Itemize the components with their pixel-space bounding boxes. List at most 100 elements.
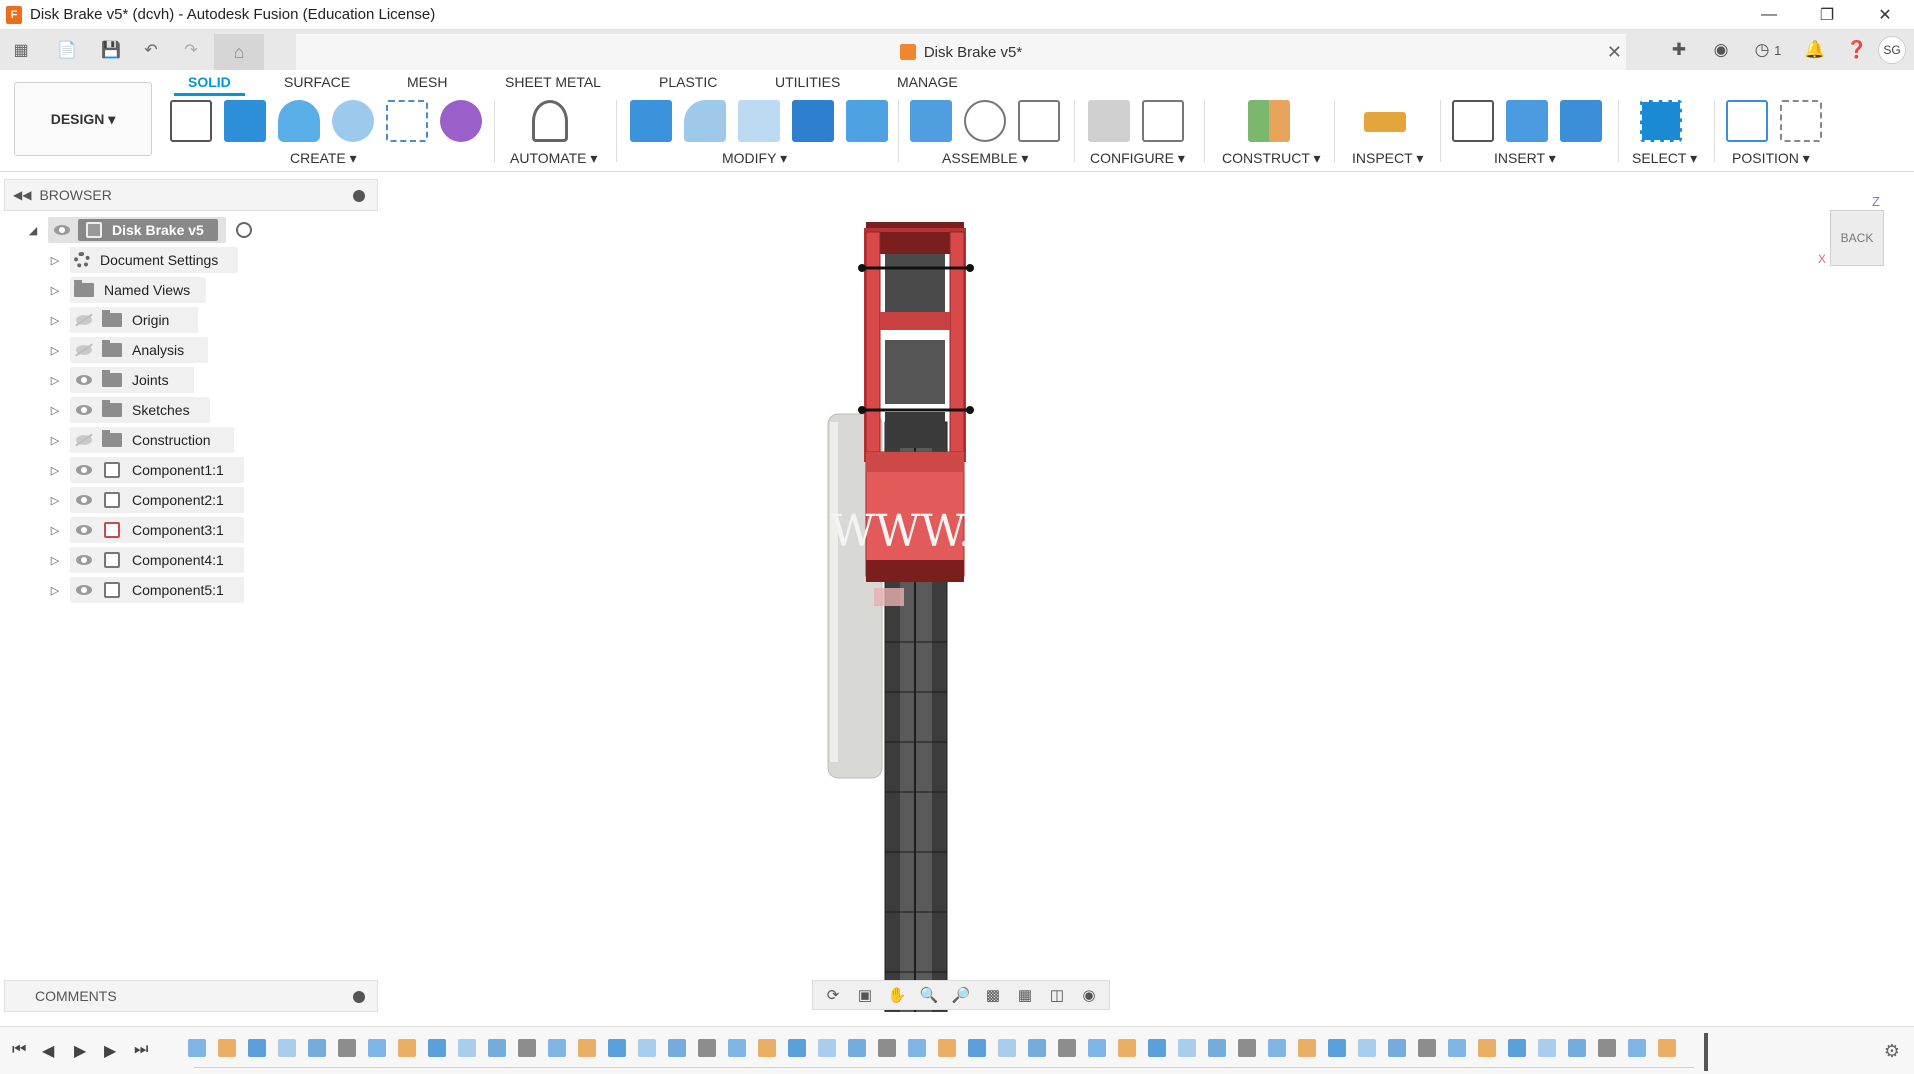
timeline-feature-icon[interactable]	[488, 1039, 506, 1057]
timeline-feature-icon[interactable]	[788, 1039, 806, 1057]
create-sketch-icon[interactable]	[170, 100, 212, 142]
tree-row[interactable]: Component1:1	[70, 457, 244, 483]
redo-icon[interactable]: ↷	[176, 35, 206, 65]
save-icon[interactable]: 💾	[96, 35, 126, 65]
timeline-feature-icon[interactable]	[338, 1039, 356, 1057]
timeline-feature-icon[interactable]	[998, 1039, 1016, 1057]
close-tab-icon[interactable]: ✕	[1607, 42, 1622, 63]
timeline-marker[interactable]	[1704, 1033, 1708, 1071]
tree-row[interactable]: Component2:1	[70, 487, 244, 513]
tree-row[interactable]: Origin	[70, 307, 198, 333]
timeline-feature-icon[interactable]	[1268, 1039, 1286, 1057]
timeline-feature-icon[interactable]	[428, 1039, 446, 1057]
shell-icon[interactable]	[792, 100, 834, 142]
hole-icon[interactable]	[332, 100, 374, 142]
timeline-feature-icon[interactable]	[458, 1039, 476, 1057]
visibility-eye-icon[interactable]	[74, 584, 94, 596]
timeline-feature-icon[interactable]	[818, 1039, 836, 1057]
timeline-feature-icon[interactable]	[1388, 1039, 1406, 1057]
tab-mesh[interactable]: MESH	[407, 74, 447, 90]
timeline-feature-icon[interactable]	[968, 1039, 986, 1057]
home-tab-icon[interactable]: ⌂	[214, 34, 264, 70]
display-settings-icon[interactable]: ▩	[977, 983, 1009, 1007]
timeline-feature-icon[interactable]	[1028, 1039, 1046, 1057]
automate-menu[interactable]: AUTOMATE ▾	[510, 150, 597, 167]
timeline-feature-icon[interactable]	[908, 1039, 926, 1057]
tree-row[interactable]: Analysis	[70, 337, 208, 363]
insert-mcmaster-icon[interactable]	[1506, 100, 1548, 142]
offset-plane-icon[interactable]	[1248, 100, 1290, 142]
create-form-icon[interactable]	[440, 100, 482, 142]
timeline-feature-icon[interactable]	[1358, 1039, 1376, 1057]
timeline-feature-icon[interactable]	[188, 1039, 206, 1057]
timeline-feature-icon[interactable]	[728, 1039, 746, 1057]
new-component-icon[interactable]	[910, 100, 952, 142]
fillet-icon[interactable]	[684, 100, 726, 142]
construct-menu[interactable]: CONSTRUCT ▾	[1222, 150, 1321, 167]
document-tab[interactable]: Disk Brake v5* ✕	[296, 34, 1626, 70]
timeline-feature-icon[interactable]	[1088, 1039, 1106, 1057]
viewports-icon[interactable]: ◫	[1041, 983, 1073, 1007]
timeline-feature-icon[interactable]	[638, 1039, 656, 1057]
comments-panel[interactable]: COMMENTS	[4, 980, 378, 1012]
timeline-feature-icon[interactable]	[1418, 1039, 1436, 1057]
timeline-next-icon[interactable]: ▶​	[104, 1041, 116, 1061]
configuration-table-icon[interactable]	[1142, 100, 1184, 142]
activate-radio-icon[interactable]	[236, 222, 252, 238]
extrude-icon[interactable]	[224, 100, 266, 142]
tree-row[interactable]: Construction	[70, 427, 234, 453]
tab-plastic[interactable]: PLASTIC	[659, 74, 717, 90]
view-cube[interactable]: BACK	[1830, 210, 1884, 266]
expand-arrow-icon[interactable]: ▷	[48, 554, 62, 567]
visibility-eye-icon[interactable]	[74, 524, 94, 536]
visibility-eye-icon[interactable]	[74, 464, 94, 476]
timeline-feature-icon[interactable]	[1298, 1039, 1316, 1057]
panel-minimize-icon[interactable]	[353, 190, 365, 202]
visibility-eye-icon[interactable]	[74, 404, 94, 416]
timeline-feature-icon[interactable]	[368, 1039, 386, 1057]
browser-panel-header[interactable]: ◀◀ BROWSER	[4, 179, 378, 211]
timeline-feature-icon[interactable]	[1238, 1039, 1256, 1057]
grid-settings-icon[interactable]: ▦	[1009, 983, 1041, 1007]
tree-row[interactable]: Component4:1	[70, 547, 244, 573]
tree-root-row[interactable]: Disk Brake v5	[48, 217, 226, 243]
hidden-eye-icon[interactable]	[74, 344, 94, 356]
timeline-feature-icon[interactable]	[308, 1039, 326, 1057]
undo-icon[interactable]: ↶	[136, 35, 166, 65]
assemble-menu[interactable]: ASSEMBLE ▾	[942, 150, 1028, 167]
timeline-feature-icon[interactable]	[698, 1039, 716, 1057]
timeline-feature-icon[interactable]	[938, 1039, 956, 1057]
visibility-eye-icon[interactable]	[52, 224, 72, 236]
timeline-feature-icon[interactable]	[398, 1039, 416, 1057]
joint-icon[interactable]	[964, 100, 1006, 142]
expand-arrow-icon[interactable]: ▷	[48, 494, 62, 507]
revert-position-icon[interactable]	[1780, 100, 1822, 142]
timeline-feature-icon[interactable]	[1148, 1039, 1166, 1057]
expand-arrow-icon[interactable]: ▷	[48, 584, 62, 597]
press-pull-icon[interactable]	[630, 100, 672, 142]
timeline-feature-icon[interactable]	[1508, 1039, 1526, 1057]
measure-icon[interactable]	[1364, 112, 1406, 132]
timeline-feature-icon[interactable]	[1478, 1039, 1496, 1057]
timeline-feature-icon[interactable]	[1538, 1039, 1556, 1057]
visibility-eye-icon[interactable]	[74, 374, 94, 386]
tab-surface[interactable]: SURFACE	[284, 74, 350, 90]
timeline-feature-icon[interactable]	[278, 1039, 296, 1057]
timeline-feature-icon[interactable]	[1208, 1039, 1226, 1057]
timeline-previous-icon[interactable]: ◀	[42, 1041, 54, 1061]
collapse-panel-icon[interactable]: ◀◀	[13, 188, 31, 202]
combine-icon[interactable]	[846, 100, 888, 142]
new-tab-plus-icon[interactable]: ✚	[1658, 30, 1700, 70]
hidden-eye-icon[interactable]	[74, 434, 94, 446]
expand-arrow-icon[interactable]: ▷	[48, 524, 62, 537]
tab-utilities[interactable]: UTILITIES	[775, 74, 840, 90]
expand-arrow-icon[interactable]: ▷	[48, 374, 62, 387]
expand-arrow-icon[interactable]: ▷	[48, 404, 62, 417]
visibility-eye-icon[interactable]	[74, 554, 94, 566]
timeline-feature-icon[interactable]	[548, 1039, 566, 1057]
select-menu[interactable]: SELECT ▾	[1632, 150, 1697, 167]
timeline-feature-icon[interactable]	[1628, 1039, 1646, 1057]
capture-position-icon[interactable]	[1726, 100, 1768, 142]
timeline-feature-icon[interactable]	[848, 1039, 866, 1057]
modify-menu[interactable]: MODIFY ▾	[722, 150, 787, 167]
